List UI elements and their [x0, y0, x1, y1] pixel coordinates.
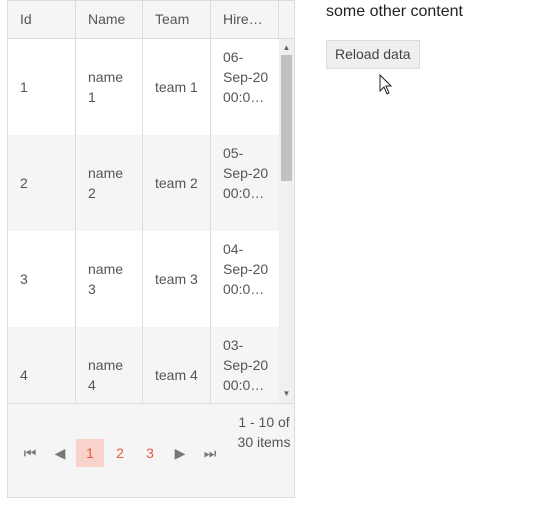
header-scrollbar-spacer	[279, 1, 294, 38]
data-grid: Id Name Team Hire… 1 name 1 team 1 06-Se…	[7, 0, 295, 498]
cell-id: 1	[20, 79, 28, 95]
reload-data-button[interactable]: Reload data	[326, 40, 420, 69]
cell-hire-date: 06-Sep-20 00:0…	[223, 49, 269, 105]
last-page-icon[interactable]: ⏭	[196, 439, 224, 467]
pager-info: 1 - 10 of 30 items	[237, 414, 291, 450]
cell-team: team 4	[155, 367, 198, 383]
grid-header: Id Name Team Hire…	[8, 1, 294, 39]
column-header-team[interactable]: Team	[143, 1, 211, 38]
column-header-id[interactable]: Id	[8, 1, 76, 38]
cell-hire-date: 03-Sep-20 00:0…	[223, 337, 269, 393]
scrollbar-thumb[interactable]	[281, 55, 292, 181]
next-page-icon[interactable]: ▶	[166, 439, 194, 467]
cell-id: 4	[20, 367, 28, 383]
cell-hire-date: 05-Sep-20 00:0…	[223, 145, 269, 201]
column-header-name[interactable]: Name	[76, 1, 143, 38]
grid-body[interactable]: 1 name 1 team 1 06-Sep-20 00:0… 2 name 2…	[8, 39, 279, 403]
table-row[interactable]: 1 name 1 team 1 06-Sep-20 00:0…	[8, 39, 279, 135]
cell-team: team 1	[155, 79, 198, 95]
pager: ⏮ ◀ 1 2 3 ▶ ⏭ 1 - 10 of 30 items	[8, 403, 294, 497]
cell-name: name 1	[88, 69, 124, 105]
first-page-icon[interactable]: ⏮	[16, 439, 44, 467]
cell-hire-date: 04-Sep-20 00:0…	[223, 241, 269, 297]
cell-name: name 4	[88, 357, 124, 393]
table-row[interactable]: 4 name 4 team 4 03-Sep-20 00:0…	[8, 327, 279, 403]
cell-id: 2	[20, 175, 28, 191]
cell-team: team 3	[155, 271, 198, 287]
side-content-text: some other content	[326, 3, 463, 20]
scroll-up-arrow-icon[interactable]: ▲	[279, 41, 294, 55]
vertical-scrollbar[interactable]: ▲ ▼	[279, 39, 294, 403]
page-button-1[interactable]: 1	[76, 439, 104, 467]
cell-name: name 3	[88, 261, 124, 297]
mouse-cursor-icon	[379, 74, 393, 95]
page-button-2[interactable]: 2	[106, 439, 134, 467]
prev-page-icon[interactable]: ◀	[46, 439, 74, 467]
cell-name: name 2	[88, 165, 124, 201]
scroll-down-arrow-icon[interactable]: ▼	[279, 387, 294, 401]
table-row[interactable]: 2 name 2 team 2 05-Sep-20 00:0…	[8, 135, 279, 231]
table-row[interactable]: 3 name 3 team 3 04-Sep-20 00:0…	[8, 231, 279, 327]
cell-id: 3	[20, 271, 28, 287]
cell-team: team 2	[155, 175, 198, 191]
page-button-3[interactable]: 3	[136, 439, 164, 467]
column-header-hire-date[interactable]: Hire…	[211, 1, 279, 38]
